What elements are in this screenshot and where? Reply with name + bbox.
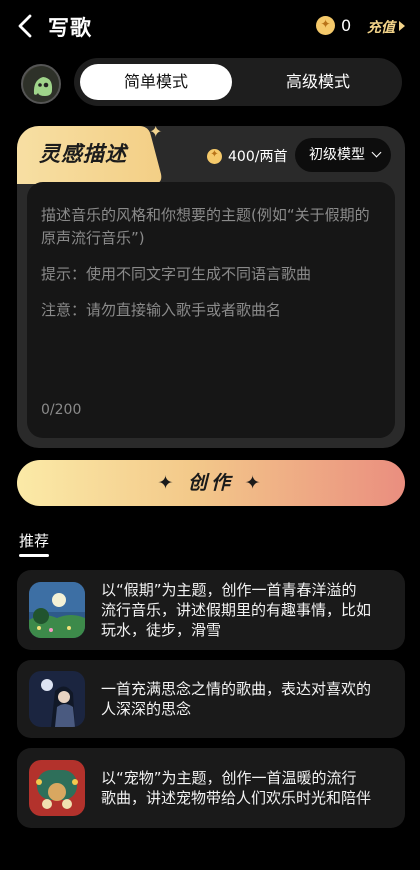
model-select-label: 初级模型 (309, 147, 365, 163)
inspiration-card: 灵感描述 ✦ 400/两首 初级模型 描述音乐的风格和你想要的主题(例如“关于假… (17, 126, 405, 448)
tab-simple-mode[interactable]: 简单模式 (80, 64, 232, 100)
recommend-item[interactable]: 以“假期”为主题，创作一首青春洋溢的 流行音乐，讲述假期里的有趣事情，比如 玩水… (17, 570, 405, 650)
pet-thumbnail (29, 760, 85, 816)
header: 写歌 0 充值 (0, 0, 420, 52)
placeholder-line: 描述音乐的风格和你想要的主题(例如“关于假期的 (41, 206, 370, 224)
create-button[interactable]: ✦ 创作 ✦ (17, 460, 405, 506)
note-text: 注意：请勿直接输入歌手或者歌曲名 (41, 301, 282, 319)
card-tab-label: 灵感描述 (39, 142, 127, 166)
recommend-text: 一首充满思念之情的歌曲，表达对喜欢的 人深深的思念 (101, 680, 372, 718)
cost-info: 400/两首 (207, 146, 287, 166)
cost-text: 400/两首 (228, 149, 288, 165)
holiday-thumbnail (29, 582, 85, 638)
char-count: 0/200 (41, 402, 82, 418)
longing-thumbnail (29, 671, 85, 727)
hint-text: 提示：使用不同文字可生成不同语言歌曲 (41, 265, 312, 283)
back-arrow-icon[interactable] (14, 12, 38, 40)
sparkle-icon: ✦ (149, 126, 163, 141)
recommend-title: 推荐 (19, 532, 50, 550)
tab-advanced-mode[interactable]: 高级模式 (240, 64, 396, 100)
recommend-text: 以“假期”为主题，创作一首青春洋溢的 流行音乐，讲述假期里的有趣事情，比如 玩水… (101, 581, 372, 639)
recommend-item[interactable]: 一首充满思念之情的歌曲，表达对喜欢的 人深深的思念 (17, 660, 405, 738)
chevron-down-icon (371, 147, 382, 158)
mascot-avatar[interactable] (21, 64, 61, 104)
recommend-item[interactable]: 以“宠物”为主题，创作一首温暖的流行 歌曲，讲述宠物带给人们欢乐时光和陪伴 (17, 748, 405, 828)
coin-icon (207, 148, 222, 164)
recharge-arrow-icon (399, 21, 405, 31)
recommend-text: 以“宠物”为主题，创作一首温暖的流行 歌曲，讲述宠物带给人们欢乐时光和陪伴 (101, 769, 372, 807)
coin-count: 0 (341, 16, 352, 35)
model-select[interactable]: 初级模型 (295, 138, 391, 172)
coin-icon (316, 16, 335, 35)
placeholder-line: 原声流行音乐”) (41, 229, 145, 247)
description-input[interactable]: 描述音乐的风格和你想要的主题(例如“关于假期的 原声流行音乐”) 提示：使用不同… (27, 182, 395, 438)
coin-balance: 0 (316, 16, 351, 35)
recharge-button[interactable]: 充值 (367, 17, 395, 37)
page-title: 写歌 (48, 16, 92, 40)
mode-switch: 简单模式 高级模式 (74, 58, 402, 106)
recommend-underline (19, 554, 49, 557)
